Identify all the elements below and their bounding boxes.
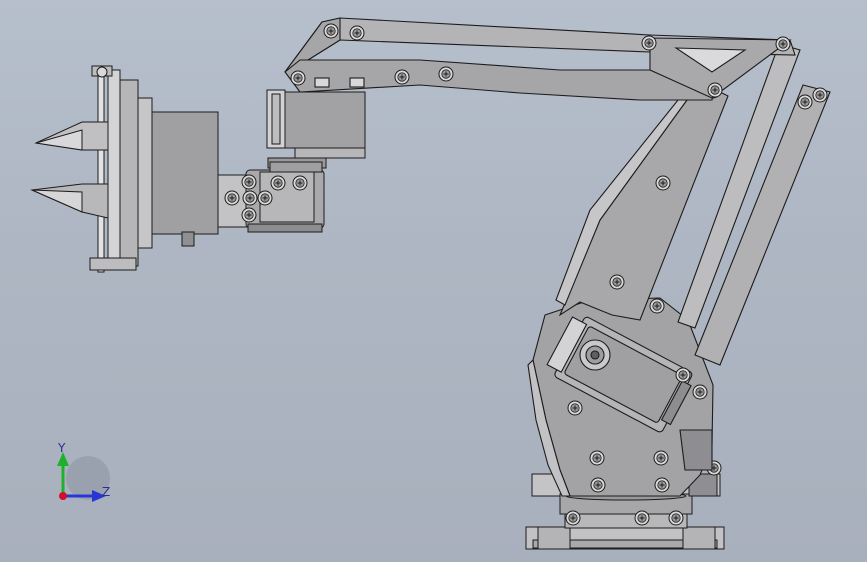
screw-icon xyxy=(292,175,308,191)
screw-icon xyxy=(349,25,365,41)
screw-icon xyxy=(675,367,691,383)
screw-icon xyxy=(655,175,671,191)
screw-icon xyxy=(224,190,240,206)
screw-icon xyxy=(567,400,583,416)
screw-icon xyxy=(654,477,670,493)
shoulder-housing[interactable] xyxy=(527,297,714,497)
robot-arm-model[interactable] xyxy=(0,0,867,562)
screw-icon xyxy=(609,274,625,290)
screw-icon xyxy=(589,450,605,466)
screw-icon xyxy=(797,94,813,110)
screw-icon xyxy=(241,174,257,190)
graphics-viewport[interactable]: Y Z xyxy=(0,0,867,562)
screw-icon xyxy=(590,477,606,493)
screw-icon xyxy=(257,190,273,206)
screw-icon xyxy=(707,82,723,98)
screw-icon xyxy=(634,510,650,526)
wrist-servo[interactable] xyxy=(266,89,366,169)
screw-icon xyxy=(565,510,581,526)
wrist-rotation-joint[interactable] xyxy=(207,161,325,233)
screw-icon xyxy=(812,87,828,103)
screw-icon xyxy=(653,450,669,466)
gripper-assembly[interactable] xyxy=(30,65,219,273)
screw-icon xyxy=(668,510,684,526)
screw-icon xyxy=(649,298,665,314)
screw-icon xyxy=(323,23,339,39)
y-axis-label: Y xyxy=(58,441,66,455)
screw-icon xyxy=(394,69,410,85)
forearm-links[interactable] xyxy=(284,17,796,101)
screw-icon xyxy=(438,66,454,82)
z-axis-label: Z xyxy=(102,485,111,499)
screw-icon xyxy=(775,36,791,52)
screw-icon xyxy=(241,207,257,223)
screw-icon xyxy=(641,35,657,51)
screw-icon xyxy=(692,384,708,400)
screw-icon xyxy=(290,70,306,86)
screw-icon xyxy=(270,175,286,191)
screw-icon xyxy=(242,190,258,206)
